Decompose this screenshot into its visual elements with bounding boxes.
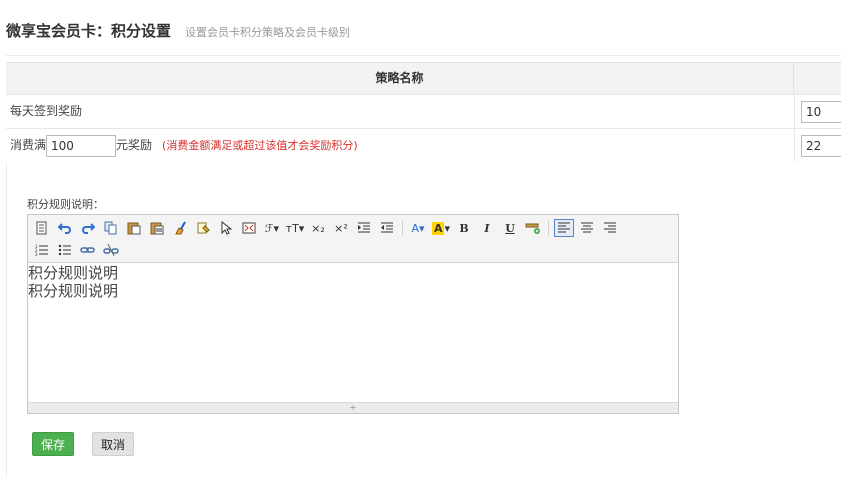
spend-amount-input[interactable] [46,134,117,157]
page-title: 微享宝会员卡：积分设置 [6,22,172,40]
format-painter-icon[interactable] [193,219,213,237]
link-icon[interactable] [78,241,98,259]
table-row-spend: 消费满 元奖励 (消费金额满足或超过该值才会奖励积分) [6,129,841,163]
page-header: 微享宝会员卡：积分设置 设置会员卡积分策略及会员卡级别 [6,20,350,44]
column-header-strategy-name: 策略名称 [6,63,794,94]
header-divider [6,55,841,56]
subscript-button[interactable]: ×₂ [308,219,328,237]
editor-toolbar: ℱ▾ тT▾ ×₂ ×² A▾ A ▾ B I U 123 [28,215,678,263]
align-center-icon[interactable] [577,219,597,237]
toolbar-separator [548,220,549,236]
indent-icon[interactable] [354,219,374,237]
clear-format-icon[interactable] [170,219,190,237]
outdent-icon[interactable] [377,219,397,237]
editor-content[interactable]: 积分规则说明 积分规则说明 [28,263,678,402]
toolbar-row-2: 123 [32,239,674,261]
checkin-value-cell [794,95,841,128]
table-header-row: 策略名称 [6,63,841,95]
editor-resize-handle[interactable]: ÷ [28,402,678,413]
redo-icon[interactable] [78,219,98,237]
cancel-button[interactable]: 取消 [92,432,135,456]
undo-icon[interactable] [55,219,75,237]
spend-label: 消费满 元奖励 (消费金额满足或超过该值才会奖励积分) [10,129,358,162]
unlink-icon[interactable] [101,241,121,259]
page-subtitle: 设置会员卡积分策略及会员卡级别 [185,26,351,39]
align-right-icon[interactable] [600,219,620,237]
font-family-select[interactable]: ℱ▾ [262,219,282,237]
source-icon[interactable] [32,219,52,237]
spend-suffix: 元奖励 [116,138,153,152]
paste-icon[interactable] [124,219,144,237]
rich-text-editor: ℱ▾ тT▾ ×₂ ×² A▾ A ▾ B I U 123 积分规则说明 积分规… [27,214,679,414]
underline-button[interactable]: U [500,219,520,237]
select-pointer-icon[interactable] [216,219,236,237]
checkin-label: 每天签到奖励 [10,104,83,118]
spend-prefix: 消费满 [10,138,47,152]
save-button[interactable]: 保存 [32,432,75,456]
content-line: 积分规则说明 [28,282,119,300]
spend-points-input[interactable] [801,135,841,157]
font-color-select[interactable]: A▾ [408,219,428,237]
bold-button[interactable]: B [454,219,474,237]
copy-icon[interactable] [101,219,121,237]
unordered-list-icon[interactable] [55,241,75,259]
font-color-label: A▾ [411,221,425,235]
spend-hint: (消费金额满足或超过该值才会奖励积分) [162,139,358,152]
italic-button[interactable]: I [477,219,497,237]
paste-text-icon[interactable] [147,219,167,237]
highlight-label: A [431,221,445,235]
toolbar-row-1: ℱ▾ тT▾ ×₂ ×² A▾ A ▾ B I U [32,217,674,239]
strategy-table: 策略名称 每天签到奖励 消费满 元奖励 (消费金额满足或超过该值才会奖励积分) [6,62,841,163]
checkin-points-input[interactable] [801,101,841,123]
table-row-checkin: 每天签到奖励 [6,95,841,129]
toolbar-separator [402,220,403,236]
svg-text:3: 3 [35,252,38,257]
align-left-icon[interactable] [554,219,574,237]
highlight-color-select[interactable]: A ▾ [431,219,451,237]
font-size-select[interactable]: тT▾ [285,219,305,237]
insert-line-icon[interactable] [523,219,543,237]
content-line: 积分规则说明 [28,264,119,282]
ordered-list-icon[interactable]: 123 [32,241,52,259]
fullscreen-icon[interactable] [239,219,259,237]
superscript-button[interactable]: ×² [331,219,351,237]
editor-label: 积分规则说明： [27,198,104,211]
rules-panel: 积分规则说明： ℱ▾ тT▾ ×₂ ×² A▾ A ▾ B I U 1 2 3 … [6,162,841,478]
spend-value-cell [794,129,841,162]
